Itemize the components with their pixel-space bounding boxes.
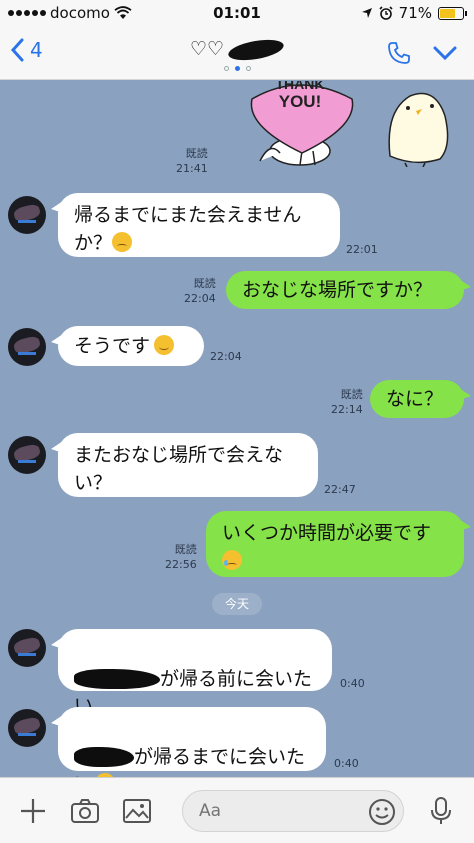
sticker-message: THANK YOU! 既読 21:41: [0, 81, 474, 176]
avatar[interactable]: [8, 709, 46, 747]
message-text: いくつか時間が必要です: [222, 522, 432, 544]
message-text: なに？: [386, 388, 444, 410]
message-text: 帰るまでにまた会えません か？: [74, 204, 302, 254]
page-indicator: [0, 66, 474, 71]
phone-icon[interactable]: [386, 40, 412, 66]
sticker-meta: 既読 21:41: [176, 147, 208, 177]
incoming-message: が帰るまでに会いた い 0:40: [0, 707, 474, 777]
outgoing-message: 既読 22:04 おなじな場所ですか？: [0, 271, 474, 311]
avatar[interactable]: [8, 196, 46, 234]
location-arrow-icon: [361, 8, 372, 18]
sticker-text-line2: YOU!: [279, 92, 322, 111]
battery-percent: 71%: [398, 4, 432, 22]
incoming-message: またおなじ場所で会えな い？ 22:47: [0, 433, 474, 501]
outgoing-message: 既読 22:14 なに？: [0, 380, 474, 420]
message-time: 22:04: [210, 350, 242, 363]
message-time: 22:01: [346, 243, 378, 256]
emoji-icon[interactable]: [368, 798, 396, 826]
status-bar: docomo 01:01 71%: [0, 0, 474, 26]
message-bubble[interactable]: が帰るまでに会いた い: [51, 707, 326, 777]
redacted-name-scribble: [74, 746, 134, 767]
message-time: 22:14: [331, 402, 363, 416]
redacted-name-scribble: [226, 35, 286, 64]
message-bubble[interactable]: が帰る前に会いたい: [51, 629, 332, 717]
message-bubble[interactable]: そうです: [51, 326, 204, 366]
message-bubble[interactable]: いくつか時間が必要です: [206, 511, 471, 577]
avatar[interactable]: [8, 629, 46, 667]
date-divider: 今天: [212, 593, 262, 615]
chevron-down-icon[interactable]: [432, 42, 458, 64]
message-time: 22:47: [324, 483, 356, 496]
camera-icon[interactable]: [70, 796, 100, 826]
incoming-message: が帰る前に会いたい 0:40: [0, 629, 474, 717]
message-time: 22:56: [165, 557, 197, 571]
redacted-name-scribble: [74, 668, 160, 689]
message-meta: 既読 22:56: [165, 543, 197, 573]
chat-area[interactable]: THANK YOU! 既読 21:41 帰るまでにまた会えません か？ 22:0…: [0, 81, 474, 777]
avatar[interactable]: [8, 328, 46, 366]
incoming-message: 帰るまでにまた会えません か？ 22:01: [0, 193, 474, 263]
battery-icon: [438, 6, 467, 20]
crying-face-emoji: [222, 549, 242, 570]
message-bubble[interactable]: おなじな場所ですか？: [226, 271, 471, 309]
message-time: 0:40: [334, 757, 359, 770]
thank-you-sticker[interactable]: THANK YOU!: [240, 81, 460, 167]
plus-icon[interactable]: [18, 796, 48, 826]
read-receipt: 既読: [340, 388, 363, 401]
message-bubble[interactable]: またおなじ場所で会えな い？: [51, 433, 318, 497]
avatar[interactable]: [8, 436, 46, 474]
message-text: そうです: [74, 335, 151, 357]
status-right: 71%: [361, 4, 467, 22]
message-time: 21:41: [176, 161, 208, 175]
read-receipt: 既読: [174, 543, 197, 556]
read-receipt: 既読: [185, 147, 208, 160]
incoming-message: そうです 22:04: [0, 326, 474, 366]
page-dot-active: [234, 66, 240, 71]
message-bubble[interactable]: 帰るまでにまた会えません か？: [51, 193, 340, 257]
chat-header: 4 ♡♡: [0, 26, 474, 80]
image-icon[interactable]: [122, 796, 152, 826]
pensive-face-emoji: [112, 231, 133, 252]
message-bubble[interactable]: なに？: [370, 380, 471, 418]
message-meta: 既読 22:04: [184, 277, 216, 307]
smiling-face-emoji: [154, 335, 175, 355]
message-text: おなじな場所ですか？: [242, 279, 433, 301]
page-dot: [245, 66, 251, 71]
message-time: 0:40: [340, 677, 365, 690]
chat-title-text: ♡♡: [189, 38, 225, 60]
alarm-icon: [379, 6, 393, 20]
battery-fill: [440, 8, 455, 18]
message-meta: 既読 22:14: [331, 388, 363, 418]
microphone-icon[interactable]: [426, 796, 456, 826]
input-bar: [0, 777, 474, 843]
read-receipt: 既読: [193, 277, 216, 290]
sticker-text-line1: THANK: [276, 81, 325, 92]
message-time: 22:04: [184, 291, 216, 305]
outgoing-message: 既読 22:56 いくつか時間が必要です: [0, 511, 474, 579]
message-text: またおなじ場所で会えな い？: [74, 444, 284, 494]
page-dot: [223, 66, 229, 71]
